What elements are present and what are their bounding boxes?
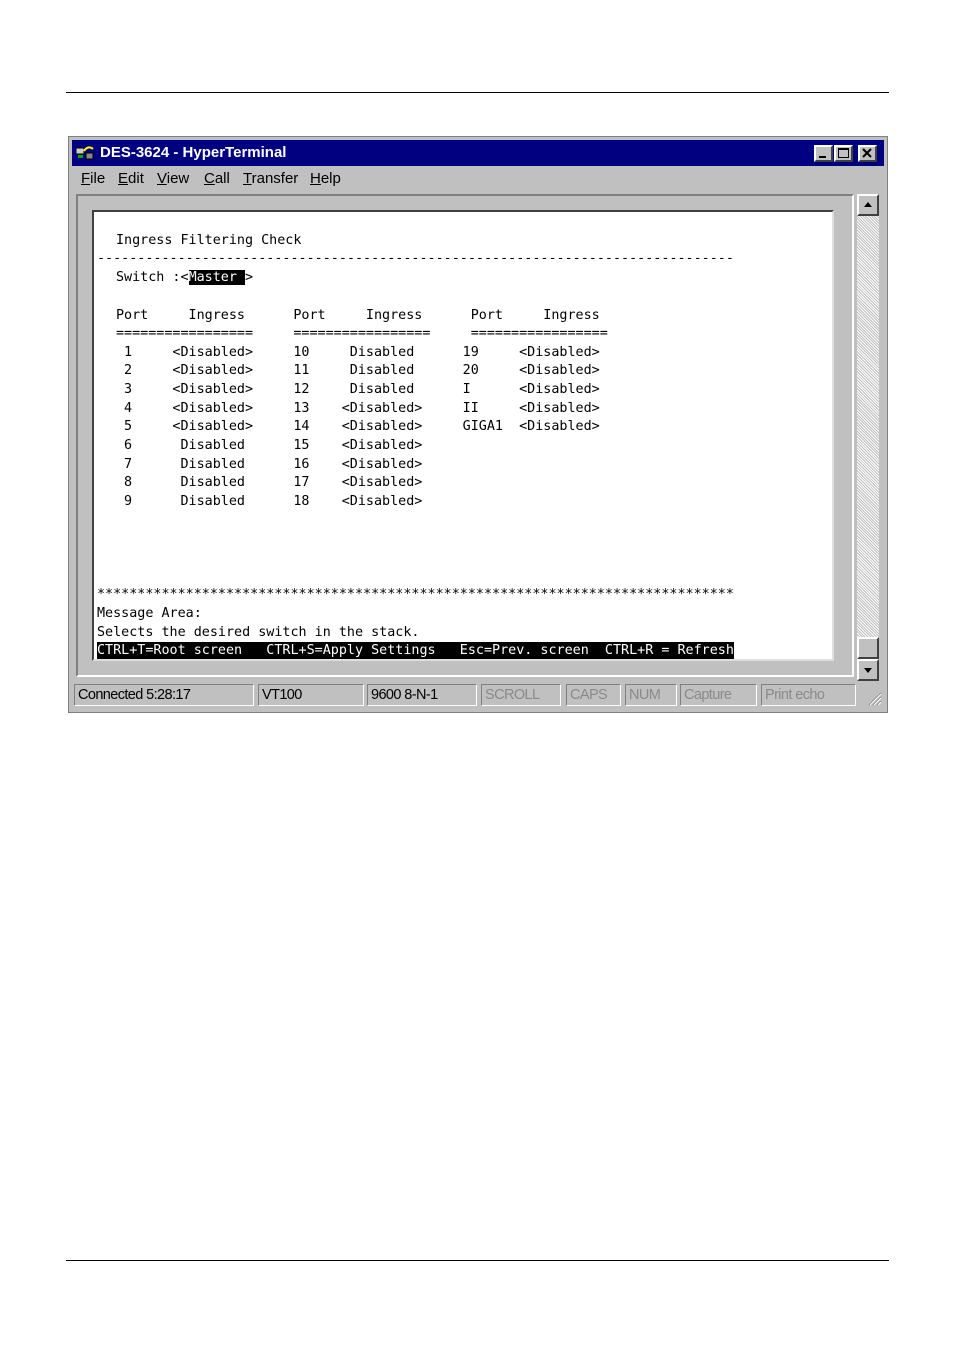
menu-call[interactable]: Call	[204, 170, 230, 187]
page-top-rule	[66, 92, 889, 93]
switch-row: Switch :<Master >	[116, 269, 253, 287]
status-caps: CAPS	[566, 684, 621, 706]
status-capture: Capture	[680, 684, 757, 706]
star-separator: ****************************************…	[97, 587, 734, 602]
screen-heading: Ingress Filtering Check	[116, 233, 302, 248]
status-emulation: VT100	[258, 684, 364, 706]
column-headers: Port Ingress Port Ingress Port Ingress	[116, 308, 600, 323]
port-row[interactable]: 5 <Disabled> 14 <Disabled> GIGA1 <Disabl…	[116, 418, 600, 436]
port-row[interactable]: 1 <Disabled> 10 Disabled 19 <Disabled>	[116, 344, 600, 362]
message-text: Selects the desired switch in the stack.	[97, 625, 420, 640]
scroll-down-button[interactable]	[857, 659, 879, 681]
column-header-rule: ================= ================= ====…	[116, 326, 608, 341]
menu-file[interactable]: File	[81, 170, 105, 187]
maximize-button[interactable]	[834, 145, 853, 162]
menu-edit[interactable]: Edit	[118, 170, 144, 187]
status-port-settings: 9600 8-N-1	[367, 684, 477, 706]
port-row[interactable]: 2 <Disabled> 11 Disabled 20 <Disabled>	[116, 362, 600, 380]
page-bottom-rule	[66, 1260, 889, 1261]
arrow-down-icon	[864, 668, 872, 673]
status-num: NUM	[625, 684, 677, 706]
close-button[interactable]	[858, 145, 877, 162]
menu-transfer[interactable]: Transfer	[243, 170, 298, 187]
scroll-thumb[interactable]	[857, 637, 879, 659]
port-row[interactable]: 7 Disabled 16 <Disabled>	[116, 456, 422, 474]
port-row[interactable]: 6 Disabled 15 <Disabled>	[116, 437, 422, 455]
menu-view[interactable]: View	[157, 170, 189, 187]
status-scroll: SCROLL	[481, 684, 561, 706]
port-row[interactable]: 9 Disabled 18 <Disabled>	[116, 493, 422, 511]
port-row[interactable]: 3 <Disabled> 12 Disabled I <Disabled>	[116, 381, 600, 399]
window-title: DES-3624 - HyperTerminal	[100, 144, 287, 161]
switch-select-field[interactable]: Master	[188, 270, 245, 285]
maximize-icon	[838, 148, 849, 158]
status-connected: Connected 5:28:17	[74, 684, 254, 706]
hyperterminal-window: DES-3624 - HyperTerminal File Edit View …	[68, 136, 888, 713]
help-key-bar: CTRL+T=Root screen CTRL+S=Apply Settings…	[97, 642, 734, 659]
close-icon	[862, 148, 872, 158]
port-row[interactable]: 8 Disabled 17 <Disabled>	[116, 474, 422, 492]
minimize-icon	[819, 156, 826, 158]
minimize-button[interactable]	[814, 145, 833, 162]
port-row[interactable]: 4 <Disabled> 13 <Disabled> II <Disabled>	[116, 400, 600, 418]
status-print-echo: Print echo	[761, 684, 856, 706]
switch-label: Switch :<	[116, 270, 189, 285]
status-bar: Connected 5:28:17 VT100 9600 8-N-1 SCROL…	[74, 684, 884, 708]
switch-close-bracket: >	[245, 270, 254, 285]
arrow-up-icon	[864, 202, 872, 207]
message-area-label: Message Area:	[97, 606, 202, 621]
resize-grip-icon[interactable]	[866, 690, 882, 706]
menu-help[interactable]: Help	[310, 170, 341, 187]
vertical-scrollbar[interactable]	[857, 194, 879, 681]
title-bar[interactable]: DES-3624 - HyperTerminal	[72, 140, 884, 166]
hyperterminal-app-icon[interactable]	[76, 145, 94, 161]
dash-separator: ----------------------------------------…	[97, 251, 734, 266]
terminal-screen[interactable]: Ingress Filtering Check ----------------…	[92, 210, 834, 661]
scroll-up-button[interactable]	[857, 194, 879, 216]
terminal-client-area: Ingress Filtering Check ----------------…	[76, 194, 854, 677]
